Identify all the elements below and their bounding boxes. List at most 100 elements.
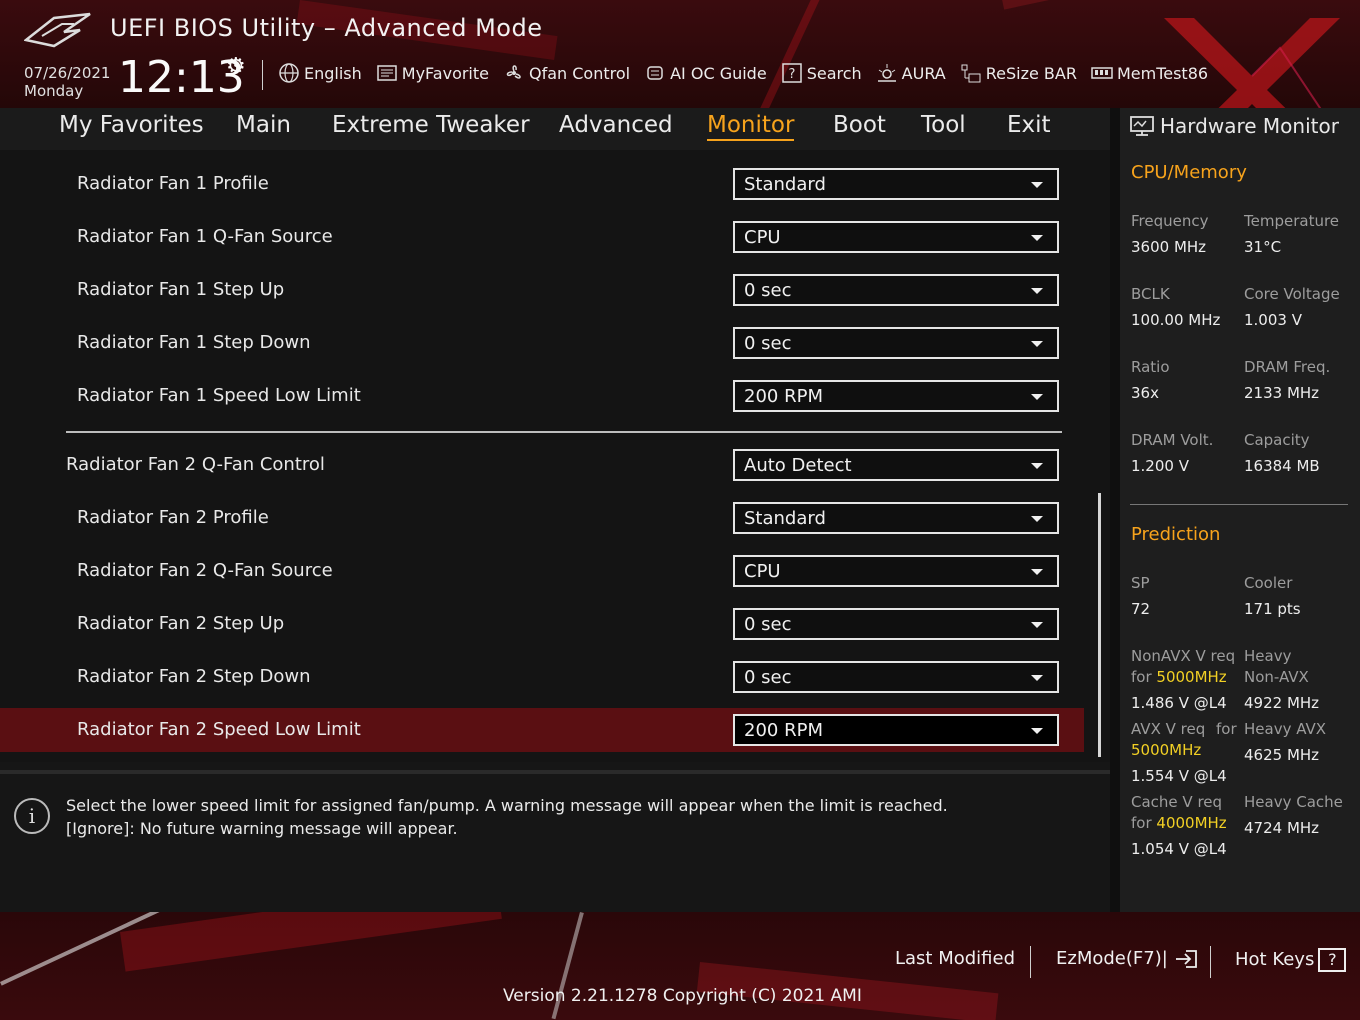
setting-dropdown[interactable]: 200 RPM: [733, 380, 1059, 412]
tab-main[interactable]: Main: [236, 112, 291, 138]
ezmode-button[interactable]: EzMode(F7)|: [1056, 948, 1200, 970]
setting-dropdown[interactable]: Auto Detect: [733, 449, 1059, 481]
hw-label-for: for: [1131, 668, 1152, 686]
setting-row-selected[interactable]: Radiator Fan 2 Speed Low Limit 200 RPM: [0, 708, 1084, 752]
setting-row[interactable]: Radiator Fan 2 Profile Standard: [0, 496, 1084, 540]
setting-dropdown[interactable]: CPU: [733, 555, 1059, 587]
tab-extreme-tweaker[interactable]: Extreme Tweaker: [332, 112, 530, 138]
hw-section-cpu: CPU/Memory: [1131, 162, 1247, 183]
settings-list: Radiator Fan 1 Profile Standard Radiator…: [0, 150, 1110, 762]
dropdown-value: 0 sec: [744, 280, 792, 301]
setting-label: Radiator Fan 2 Speed Low Limit: [77, 719, 361, 740]
setting-row[interactable]: Radiator Fan 1 Step Up 0 sec: [0, 268, 1084, 312]
chevron-down-icon: [1031, 728, 1043, 734]
svg-text:?: ?: [788, 67, 795, 82]
help-line: [Ignore]: No future warning message will…: [66, 819, 458, 838]
toolbar-search[interactable]: ? Search: [781, 62, 862, 84]
dropdown-value: Standard: [744, 508, 826, 529]
dropdown-value: Standard: [744, 174, 826, 195]
dropdown-value: 0 sec: [744, 614, 792, 635]
setting-dropdown[interactable]: 0 sec: [733, 608, 1059, 640]
dropdown-value: 0 sec: [744, 333, 792, 354]
setting-label: Radiator Fan 2 Step Down: [77, 666, 311, 687]
toolbar-english[interactable]: English: [278, 62, 362, 84]
help-line: Select the lower speed limit for assigne…: [66, 796, 948, 815]
hot-keys-button[interactable]: Hot Keys?: [1235, 948, 1347, 972]
setting-label: Radiator Fan 1 Q-Fan Source: [77, 226, 333, 247]
toolbar-myfavorite[interactable]: MyFavorite: [376, 62, 489, 84]
hw-freq-highlight: 5000MHz: [1156, 668, 1227, 686]
setting-label: Radiator Fan 1 Profile: [77, 173, 269, 194]
hw-label: Heavy AVX: [1244, 720, 1327, 738]
hw-label: Non-AVX: [1244, 668, 1309, 686]
hw-label: SP: [1131, 574, 1150, 592]
hw-label: Frequency: [1131, 212, 1209, 230]
setting-row[interactable]: Radiator Fan 1 Speed Low Limit 200 RPM: [0, 374, 1084, 418]
chevron-down-icon: [1031, 622, 1043, 628]
hw-value: 1.003 V: [1244, 311, 1302, 329]
setting-dropdown[interactable]: Standard: [733, 168, 1059, 200]
setting-label: Radiator Fan 2 Profile: [77, 507, 269, 528]
setting-dropdown[interactable]: 0 sec: [733, 274, 1059, 306]
hw-value: 100.00 MHz: [1131, 311, 1221, 329]
setting-label: Radiator Fan 2 Step Up: [77, 613, 285, 634]
tab-tool[interactable]: Tool: [921, 112, 966, 138]
date-display: 07/26/2021 Monday: [24, 64, 110, 100]
dropdown-value: CPU: [744, 561, 781, 582]
tab-exit[interactable]: Exit: [1007, 112, 1051, 138]
dropdown-value: 200 RPM: [744, 386, 823, 407]
hw-label: Temperature: [1244, 212, 1340, 230]
setting-dropdown[interactable]: 200 RPM: [733, 714, 1059, 746]
ai-chip-icon: [647, 66, 663, 80]
setting-dropdown[interactable]: CPU: [733, 221, 1059, 253]
hw-value: 1.054 V @L4: [1131, 840, 1227, 858]
setting-label: Radiator Fan 2 Q-Fan Source: [77, 560, 333, 581]
hw-label: BCLK: [1131, 285, 1170, 303]
footer-separator: [1030, 946, 1031, 978]
header-separator: [262, 60, 263, 90]
hw-label: AVX V req: [1131, 720, 1206, 738]
setting-row[interactable]: Radiator Fan 1 Q-Fan Source CPU: [0, 215, 1084, 259]
toolbar-aura[interactable]: AURA: [876, 62, 946, 84]
settings-gear-icon[interactable]: ⚙: [226, 54, 246, 79]
hw-label: for 4000MHz: [1131, 814, 1227, 832]
tab-my-favorites[interactable]: My Favorites: [59, 112, 204, 138]
setting-dropdown[interactable]: 0 sec: [733, 661, 1059, 693]
hw-label: Capacity: [1244, 431, 1310, 449]
hw-label-for: for: [1216, 720, 1237, 738]
hw-value: 171 pts: [1244, 600, 1301, 618]
setting-row[interactable]: Radiator Fan 2 Step Down 0 sec: [0, 655, 1084, 699]
toolbar-qfan-control[interactable]: Qfan Control: [503, 62, 630, 84]
tab-advanced[interactable]: Advanced: [559, 112, 673, 138]
toolbar-label: Search: [806, 63, 862, 83]
toolbar-ai-oc-guide[interactable]: AI OC Guide: [644, 62, 767, 84]
scrollbar[interactable]: [1098, 493, 1101, 757]
hw-value: 2133 MHz: [1244, 384, 1320, 402]
day-text: Monday: [24, 82, 84, 100]
hw-value: 31°C: [1244, 238, 1282, 256]
app-title: UEFI BIOS Utility – Advanced Mode: [110, 14, 543, 42]
hw-title-label: Hardware Monitor: [1160, 114, 1339, 138]
setting-row[interactable]: Radiator Fan 2 Step Up 0 sec: [0, 602, 1084, 646]
setting-row[interactable]: Radiator Fan 1 Step Down 0 sec: [0, 321, 1084, 365]
tab-monitor[interactable]: Monitor: [707, 112, 795, 141]
chevron-down-icon: [1031, 394, 1043, 400]
search-icon: ?: [781, 63, 802, 83]
setting-dropdown[interactable]: 0 sec: [733, 327, 1059, 359]
aura-icon: [877, 64, 896, 82]
setting-row[interactable]: Radiator Fan 2 Q-Fan Control Auto Detect: [0, 443, 1084, 487]
hw-label-for: for: [1131, 814, 1152, 832]
setting-row[interactable]: Radiator Fan 1 Profile Standard: [0, 162, 1084, 206]
tab-boot[interactable]: Boot: [833, 112, 886, 138]
fan-icon: [506, 65, 521, 79]
setting-dropdown[interactable]: Standard: [733, 502, 1059, 534]
toolbar-label: Qfan Control: [529, 63, 631, 83]
toolbar-resize-bar[interactable]: ReSize BAR: [960, 62, 1077, 84]
hw-label: for 5000MHz: [1131, 668, 1227, 686]
hw-label: Ratio: [1131, 358, 1170, 376]
setting-row[interactable]: Radiator Fan 2 Q-Fan Source CPU: [0, 549, 1084, 593]
help-panel: i Select the lower speed limit for assig…: [0, 770, 1110, 912]
hw-value: 16384 MB: [1244, 457, 1320, 475]
hw-value: 4724 MHz: [1244, 819, 1320, 837]
last-modified-button[interactable]: Last Modified: [895, 948, 1015, 969]
